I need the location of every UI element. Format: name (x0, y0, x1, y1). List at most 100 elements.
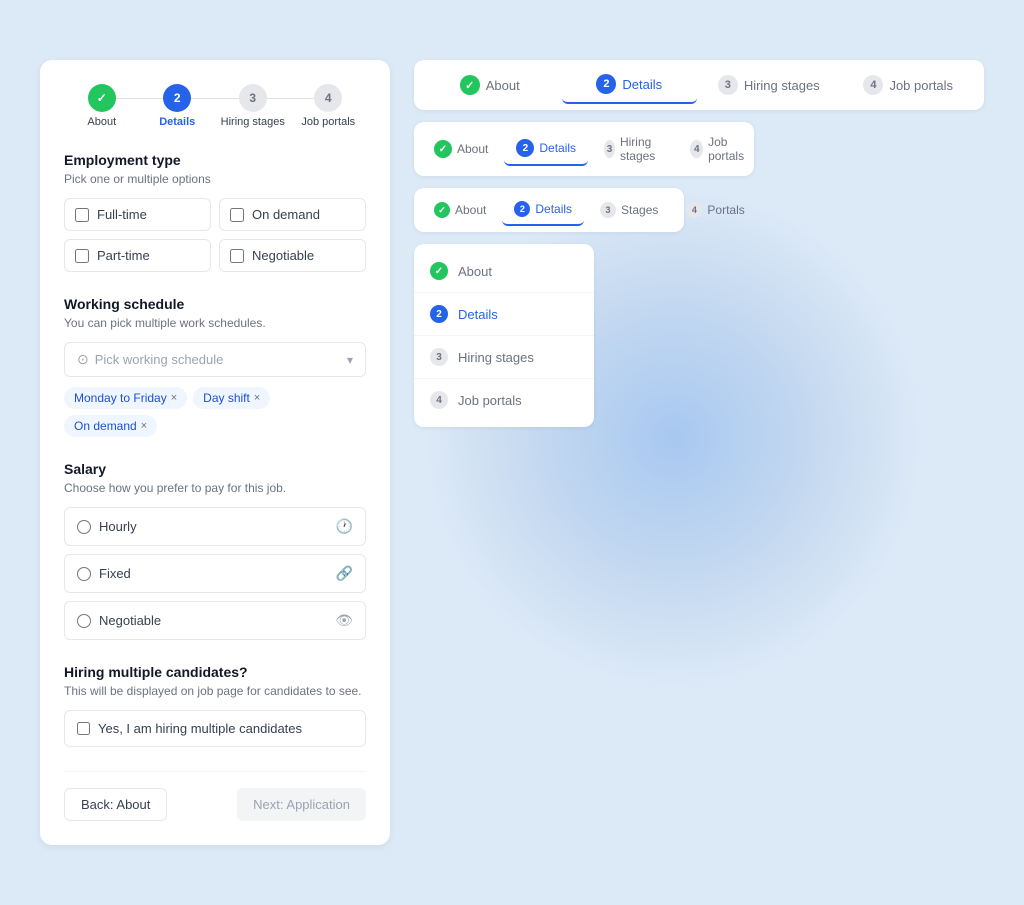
hiring-checkbox-input[interactable] (77, 722, 90, 735)
step-circle-portals: 4 (314, 84, 342, 112)
vertical-item-about[interactable]: ✓ About (414, 252, 594, 290)
salary-hourly-radio[interactable] (77, 520, 91, 534)
working-schedule-subtitle: You can pick multiple work schedules. (64, 316, 366, 330)
step-portals[interactable]: 4 Job portals (291, 84, 367, 128)
salary-hourly[interactable]: Hourly 🕐 (64, 507, 366, 546)
checkbox-on-demand[interactable]: On demand (219, 198, 366, 231)
salary-negotiable-left: Negotiable (77, 613, 161, 628)
vertical-item-hiring[interactable]: 3 Hiring stages (414, 338, 594, 376)
clock-salary-icon: 🕐 (336, 518, 353, 535)
tab-large-about-label: About (486, 78, 520, 93)
checkbox-negotiable-input[interactable] (230, 249, 244, 263)
right-panel: ✓ About 2 Details 3 Hiring stages 4 Job … (414, 60, 984, 845)
schedule-tags-row: Monday to Friday × Day shift × On demand… (64, 387, 366, 437)
tab-med-portals-badge: 4 (690, 140, 703, 158)
tab-med-about-label: About (457, 142, 488, 156)
step-about[interactable]: ✓ About (64, 84, 140, 128)
checkbox-on-demand-input[interactable] (230, 208, 244, 222)
vertical-portals-badge: 4 (430, 391, 448, 409)
vertical-portals-label: Job portals (458, 393, 522, 408)
tab-large-hiring[interactable]: 3 Hiring stages (701, 67, 837, 103)
tab-med-details-badge: 2 (516, 139, 534, 157)
vertical-details-badge: 2 (430, 305, 448, 323)
step-circle-about: ✓ (88, 84, 116, 112)
salary-negotiable-radio[interactable] (77, 614, 91, 628)
step-label-about: About (87, 116, 116, 128)
checkbox-negotiable[interactable]: Negotiable (219, 239, 366, 272)
tab-sm-about[interactable]: ✓ About (422, 195, 498, 225)
tab-sm-about-badge: ✓ (434, 202, 450, 218)
working-schedule-section: Working schedule You can pick multiple w… (64, 296, 366, 437)
step-circle-hiring: 3 (239, 84, 267, 112)
step-circle-details: 2 (163, 84, 191, 112)
tab-large-portals-badge: 4 (863, 75, 883, 95)
tab-sm-portals-badge: 4 (686, 202, 702, 218)
step-label-hiring: Hiring stages (221, 116, 285, 128)
salary-fixed-label: Fixed (99, 566, 131, 581)
tab-med-hiring-label: Hiring stages (620, 135, 662, 163)
tag-on-demand-label: On demand (74, 419, 137, 433)
eye-off-salary-icon: 👁 (335, 612, 353, 629)
vertical-item-portals[interactable]: 4 Job portals (414, 381, 594, 419)
link-salary-icon: 🔗 (336, 565, 353, 582)
tab-bar-medium: ✓ About 2 Details 3 Hiring stages 4 Job … (414, 122, 754, 176)
tab-large-details[interactable]: 2 Details (562, 66, 698, 104)
step-label-details: Details (159, 116, 195, 128)
step-hiring[interactable]: 3 Hiring stages (215, 84, 291, 128)
tab-med-about[interactable]: ✓ About (422, 133, 500, 165)
checkbox-full-time-input[interactable] (75, 208, 89, 222)
tab-med-hiring[interactable]: 3 Hiring stages (592, 128, 674, 170)
tab-sm-details-badge: 2 (514, 201, 530, 217)
hiring-checkbox-row[interactable]: Yes, I am hiring multiple candidates (64, 710, 366, 747)
employment-type-subtitle: Pick one or multiple options (64, 172, 366, 186)
stepper: ✓ About 2 Details 3 Hiring stages 4 Job … (64, 84, 366, 128)
tab-large-about-badge: ✓ (460, 75, 480, 95)
tab-sm-about-label: About (455, 203, 486, 217)
tab-large-about[interactable]: ✓ About (422, 67, 558, 103)
salary-fixed[interactable]: Fixed 🔗 (64, 554, 366, 593)
tab-bar-large: ✓ About 2 Details 3 Hiring stages 4 Job … (414, 60, 984, 110)
hiring-title: Hiring multiple candidates? (64, 664, 366, 680)
tab-sm-stages-label: Stages (621, 203, 658, 217)
tab-large-portals[interactable]: 4 Job portals (841, 67, 977, 103)
salary-fixed-radio[interactable] (77, 567, 91, 581)
tab-sm-stages[interactable]: 3 Stages (588, 195, 670, 225)
tag-monday-friday-close[interactable]: × (171, 392, 177, 404)
tab-med-details[interactable]: 2 Details (504, 132, 588, 166)
checkbox-on-demand-label: On demand (252, 207, 320, 222)
checkbox-full-time[interactable]: Full-time (64, 198, 211, 231)
tag-day-shift: Day shift × (193, 387, 270, 409)
step-details[interactable]: 2 Details (140, 84, 216, 128)
hiring-section: Hiring multiple candidates? This will be… (64, 664, 366, 747)
tag-monday-friday-label: Monday to Friday (74, 391, 167, 405)
checkbox-part-time-input[interactable] (75, 249, 89, 263)
tab-large-details-label: Details (622, 77, 662, 92)
tab-med-portals-label: Job portals (708, 135, 749, 163)
next-button[interactable]: Next: Application (237, 788, 366, 821)
tab-med-portals[interactable]: 4 Job portals (678, 128, 761, 170)
checkbox-part-time[interactable]: Part-time (64, 239, 211, 272)
salary-negotiable-label: Negotiable (99, 613, 161, 628)
tab-bar-small: ✓ About 2 Details 3 Stages 4 Portals (414, 188, 684, 232)
schedule-dropdown-left: ⊙ Pick working schedule (77, 351, 223, 368)
vertical-item-details[interactable]: 2 Details (414, 295, 594, 333)
tag-monday-friday: Monday to Friday × (64, 387, 187, 409)
salary-negotiable[interactable]: Negotiable 👁 (64, 601, 366, 640)
employment-type-grid: Full-time On demand Part-time Negotiable (64, 198, 366, 272)
schedule-dropdown[interactable]: ⊙ Pick working schedule ▾ (64, 342, 366, 377)
left-panel: ✓ About 2 Details 3 Hiring stages 4 Job … (40, 60, 390, 845)
checkbox-negotiable-label: Negotiable (252, 248, 314, 263)
tag-day-shift-close[interactable]: × (254, 392, 260, 404)
hiring-subtitle: This will be displayed on job page for c… (64, 684, 366, 698)
tab-med-details-label: Details (539, 141, 576, 155)
salary-fixed-left: Fixed (77, 566, 131, 581)
tag-on-demand: On demand × (64, 415, 157, 437)
back-button[interactable]: Back: About (64, 788, 167, 821)
tab-sm-portals-label: Portals (707, 203, 744, 217)
employment-type-section: Employment type Pick one or multiple opt… (64, 152, 366, 272)
tag-on-demand-close[interactable]: × (141, 420, 147, 432)
tab-sm-details[interactable]: 2 Details (502, 194, 584, 226)
tab-large-hiring-badge: 3 (718, 75, 738, 95)
footer-buttons: Back: About Next: Application (64, 771, 366, 821)
tab-sm-portals[interactable]: 4 Portals (674, 195, 756, 225)
